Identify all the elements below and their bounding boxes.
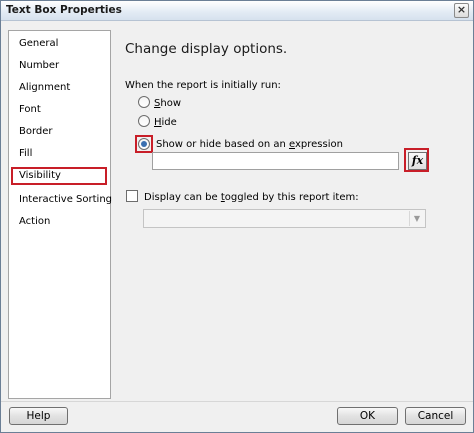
chevron-down-icon[interactable]: ▼ (409, 211, 424, 226)
toggle-checkbox[interactable] (126, 190, 138, 202)
ok-button[interactable]: OK (337, 407, 398, 425)
sidebar-item-action[interactable]: Action (11, 213, 107, 231)
sidebar-item-border[interactable]: Border (11, 123, 107, 141)
page-title: Change display options. (125, 41, 288, 57)
sidebar-item-alignment[interactable]: Alignment (11, 79, 107, 97)
expression-radio-option[interactable]: Show or hide based on an expression (135, 135, 343, 153)
expression-input[interactable] (152, 152, 399, 170)
close-button[interactable]: × (454, 3, 469, 18)
initial-run-label: When the report is initially run: (125, 80, 281, 91)
show-radio[interactable] (138, 96, 150, 108)
toggle-checkbox-option[interactable]: Display can be toggled by this report it… (126, 190, 359, 205)
sidebar-item-fill[interactable]: Fill (11, 145, 107, 163)
sidebar-item-font[interactable]: Font (11, 101, 107, 119)
dialog-window: Text Box Properties × General Number Ali… (0, 0, 474, 433)
sidebar-item-number[interactable]: Number (11, 57, 107, 75)
hide-radio-option[interactable]: Hide (138, 115, 177, 130)
sidebar-item-interactive-sorting[interactable]: Interactive Sorting (11, 191, 112, 209)
show-radio-option[interactable]: Show (138, 96, 181, 111)
fx-button-highlight: fx (404, 148, 429, 172)
footer-divider (1, 401, 473, 402)
fx-expression-button[interactable]: fx (408, 152, 427, 170)
show-radio-label: Show (154, 98, 181, 109)
toggle-item-select[interactable]: ▼ (143, 209, 426, 228)
expression-radio-highlight (135, 135, 153, 153)
title-bar[interactable]: Text Box Properties × (1, 1, 473, 21)
hide-radio[interactable] (138, 115, 150, 127)
cancel-button[interactable]: Cancel (405, 407, 466, 425)
help-button[interactable]: Help (9, 407, 68, 425)
window-title: Text Box Properties (6, 4, 122, 16)
visibility-panel: Change display options. When the report … (111, 21, 473, 401)
sidebar-item-general[interactable]: General (11, 35, 107, 53)
sidebar: General Number Alignment Font Border Fil… (8, 30, 112, 399)
expression-radio[interactable] (138, 138, 150, 150)
hide-radio-label: Hide (154, 117, 177, 128)
sidebar-item-visibility[interactable]: Visibility (11, 167, 107, 185)
toggle-checkbox-label: Display can be toggled by this report it… (144, 192, 359, 203)
expression-radio-label: Show or hide based on an expression (156, 139, 343, 150)
